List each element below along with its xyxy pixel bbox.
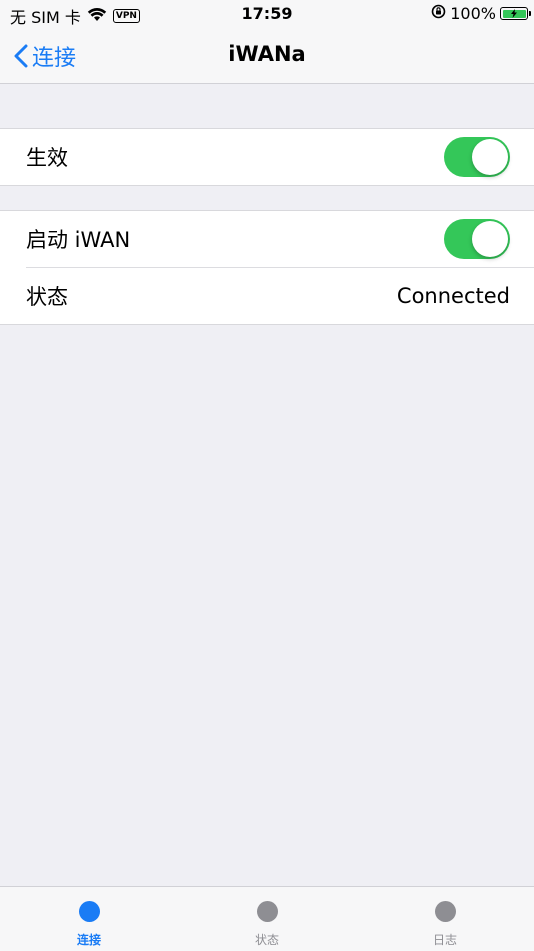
tab-bar: 连接 状态 日志 xyxy=(0,886,534,951)
enabled-label: 生效 xyxy=(26,146,68,170)
nav-bar: 连接 iWANa xyxy=(0,28,534,84)
tab-status[interactable]: 状态 xyxy=(178,887,356,951)
switch-knob xyxy=(472,139,508,175)
charging-bolt-icon xyxy=(511,9,517,18)
settings-group-enabled: 生效 xyxy=(0,128,534,186)
status-bar: 无 SIM 卡 VPN 17:59 100% xyxy=(0,0,534,28)
tab-label: 连接 xyxy=(76,933,101,947)
status-value: Connected xyxy=(396,284,510,308)
tab-connect[interactable]: 连接 xyxy=(0,887,178,951)
switch-knob xyxy=(472,221,508,257)
battery-icon xyxy=(500,7,531,20)
status-row: 状态 Connected xyxy=(26,267,534,324)
page-title: iWANa xyxy=(228,42,306,66)
start-iwan-row: 启动 iWAN xyxy=(0,211,534,267)
orientation-lock-icon xyxy=(431,4,446,23)
tab-label: 日志 xyxy=(432,933,457,947)
status-tab-icon xyxy=(256,901,278,922)
enabled-row: 生效 xyxy=(0,129,534,185)
start-iwan-switch[interactable] xyxy=(444,219,510,259)
status-right: 100% xyxy=(431,4,531,23)
status-label: 状态 xyxy=(26,285,68,309)
enabled-switch[interactable] xyxy=(444,137,510,177)
battery-percent: 100% xyxy=(450,4,496,23)
log-tab-icon xyxy=(434,901,456,922)
connect-tab-icon xyxy=(78,901,100,922)
tab-log[interactable]: 日志 xyxy=(356,887,534,951)
start-iwan-label: 启动 iWAN xyxy=(26,228,131,252)
tab-label: 状态 xyxy=(254,933,279,947)
battery-level xyxy=(502,9,526,18)
settings-group-iwan: 启动 iWAN 状态 Connected xyxy=(0,210,534,325)
